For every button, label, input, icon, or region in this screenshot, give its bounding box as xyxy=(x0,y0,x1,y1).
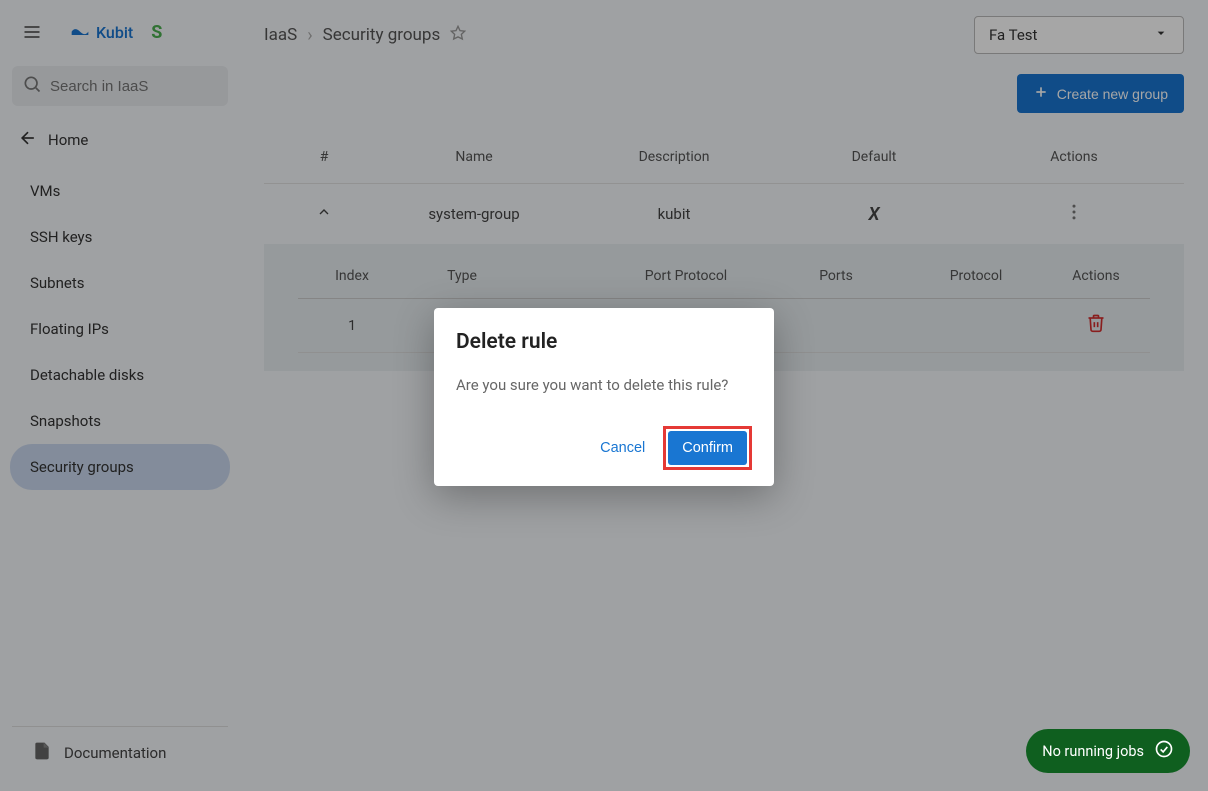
check-circle-icon xyxy=(1154,739,1174,763)
delete-rule-modal: Delete rule Are you sure you want to del… xyxy=(434,308,774,486)
confirm-button[interactable]: Confirm xyxy=(668,431,747,465)
modal-title: Delete rule xyxy=(456,330,752,354)
cancel-button[interactable]: Cancel xyxy=(588,432,657,464)
modal-actions: Cancel Confirm xyxy=(456,426,752,470)
jobs-status-pill[interactable]: No running jobs xyxy=(1026,729,1190,773)
confirm-highlight: Confirm xyxy=(663,426,752,470)
modal-body: Are you sure you want to delete this rul… xyxy=(456,376,752,394)
modal-overlay[interactable]: Delete rule Are you sure you want to del… xyxy=(0,0,1208,791)
jobs-label: No running jobs xyxy=(1042,743,1144,760)
